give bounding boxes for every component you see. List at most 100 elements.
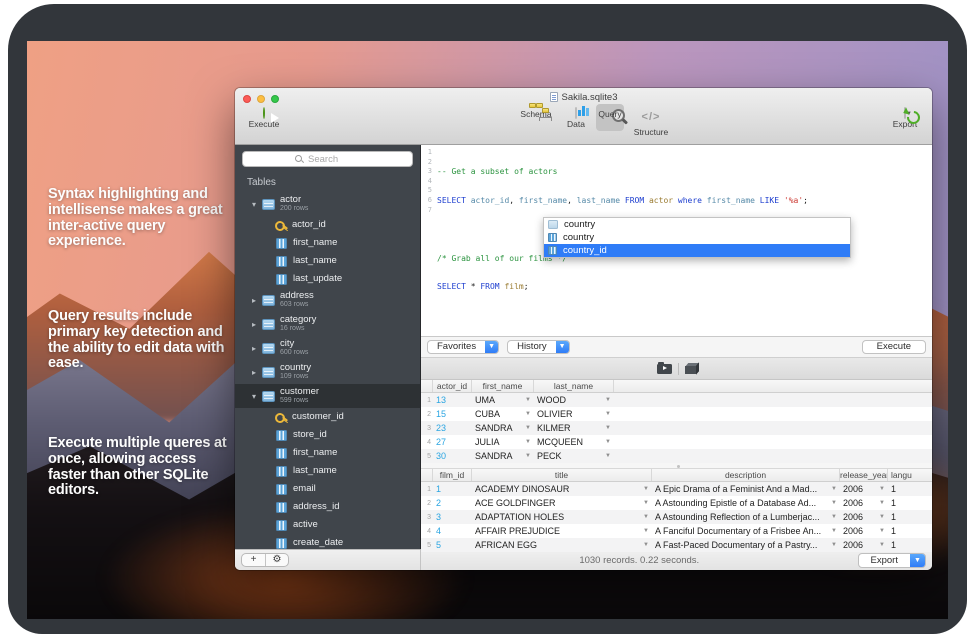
cell-dropdown-icon[interactable]: ▼ [643,514,652,520]
cell-dropdown-icon[interactable]: ▼ [831,514,840,520]
cell-dropdown-icon[interactable]: ▼ [831,542,840,548]
cell-dropdown-icon[interactable]: ▼ [525,397,534,403]
table-row[interactable]: 4 4 AFFAIR PREJUDICE▼ A Fanciful Documen… [421,524,932,538]
cell-dropdown-icon[interactable]: ▼ [605,425,614,431]
sidebar-item-customer-id[interactable]: customer_id [235,408,420,426]
cell-dropdown-icon[interactable]: ▼ [605,453,614,459]
cell-dropdown-icon[interactable]: ▼ [879,486,888,492]
cell-dropdown-icon[interactable]: ▼ [525,439,534,445]
schema-toolbar-button[interactable]: Schema [515,108,557,119]
sidebar-item-country[interactable]: ▸ country109 rows [235,360,420,384]
cell-dropdown-icon[interactable]: ▼ [643,486,652,492]
table-row[interactable]: 4 27 JULIA▼ MCQUEEN▼ [421,435,932,449]
cell: 2006▼ [840,512,888,522]
column-header-language[interactable]: langu [888,469,932,481]
cell-dropdown-icon[interactable]: ▼ [643,528,652,534]
sidebar-item-actor-id[interactable]: actor_id [235,216,420,234]
record-count-status: 1030 records. 0.22 seconds. [421,555,858,566]
sidebar-item-create-date[interactable]: create_date [235,534,420,549]
search-field[interactable] [242,151,413,167]
cell-dropdown-icon[interactable]: ▼ [643,500,652,506]
cell-dropdown-icon[interactable]: ▼ [605,397,614,403]
cell-dropdown-icon[interactable]: ▼ [831,528,840,534]
cell-pk: 23 [433,423,472,433]
export-results-button[interactable]: Export ▼ [858,553,926,568]
chevron-collapsed-icon[interactable]: ▸ [249,320,259,329]
column-header-actor-id[interactable]: actor_id [433,380,472,392]
table-row[interactable]: 5 5 AFRICAN EGG▼ A Fast-Paced Documentar… [421,538,932,552]
sidebar-item-last-update[interactable]: last_update [235,270,420,288]
table-row[interactable]: 3 3 ADAPTATION HOLES▼ A Astounding Refle… [421,510,932,524]
table-row[interactable]: 2 15 CUBA▼ OLIVIER▼ [421,407,932,421]
sidebar-item-address-id[interactable]: address_id [235,498,420,516]
cell-dropdown-icon[interactable]: ▼ [879,542,888,548]
run-folder-icon[interactable] [657,364,672,374]
history-dropdown[interactable]: History ▼ [507,340,570,354]
chevron-collapsed-icon[interactable]: ▸ [249,344,259,353]
horizontal-scrollbar[interactable] [421,463,932,469]
table-row[interactable]: 5 30 SANDRA▼ PECK▼ [421,449,932,463]
cell-dropdown-icon[interactable]: ▼ [879,514,888,520]
cell-dropdown-icon[interactable]: ▼ [525,411,534,417]
sidebar-item-first-name-2[interactable]: first_name [235,444,420,462]
column-header-title[interactable]: title [472,469,652,481]
sidebar-item-city[interactable]: ▸ city600 rows [235,336,420,360]
chevron-down-icon[interactable]: ▼ [556,341,569,353]
cell-dropdown-icon[interactable]: ▼ [525,425,534,431]
cell-dropdown-icon[interactable]: ▼ [525,453,534,459]
sidebar-item-address[interactable]: ▸ address603 rows [235,288,420,312]
cell-dropdown-icon[interactable]: ▼ [879,500,888,506]
cell-pk: 3 [433,512,472,522]
sql-editor[interactable]: 1 2 3 4 5 6 7 -- Get a subset of actors … [421,145,932,337]
sidebar-item-last-name-2[interactable]: last_name [235,462,420,480]
export-toolbar-button[interactable]: ▼ Export [886,108,924,129]
chevron-expanded-icon[interactable]: ▾ [249,200,259,209]
chevron-expanded-icon[interactable]: ▾ [249,392,259,401]
data-toolbar-button[interactable]: Data [561,108,591,129]
sidebar-item-category[interactable]: ▸ category16 rows [235,312,420,336]
execute-toolbar-button[interactable]: Execute [244,108,284,129]
execute-query-button[interactable]: Execute [862,340,926,354]
chevron-down-icon[interactable]: ▼ [910,554,925,567]
line-number: 1 [421,148,434,158]
add-button[interactable]: + [242,554,265,566]
column-icon [276,256,287,267]
column-header-last-name[interactable]: last_name [534,380,614,392]
sidebar-item-email[interactable]: email [235,480,420,498]
table-row[interactable]: 1 13 UMA▼ WOOD▼ [421,393,932,407]
sidebar-item-active[interactable]: active [235,516,420,534]
cell-dropdown-icon[interactable]: ▼ [831,500,840,506]
structure-toolbar-button[interactable]: </> Structure [629,108,673,137]
sidebar-item-first-name[interactable]: first_name [235,234,420,252]
table-row[interactable]: 2 2 ACE GOLDFINGER▼ A Astounding Epistle… [421,496,932,510]
autocomplete-item-country-column[interactable]: country [544,231,850,244]
column-header-release-year[interactable]: release_year [840,469,888,481]
chevron-collapsed-icon[interactable]: ▸ [249,296,259,305]
query-toolbar-button-selected[interactable]: Query [593,108,627,119]
search-input[interactable] [308,154,360,165]
main-pane: 1 2 3 4 5 6 7 -- Get a subset of actors … [421,145,932,549]
cell-dropdown-icon[interactable]: ▼ [831,486,840,492]
favorites-dropdown[interactable]: Favorites ▼ [427,340,499,354]
database-box-icon[interactable] [685,366,696,374]
autocomplete-item-country-id-selected[interactable]: country_id [544,244,850,257]
sidebar-item-store-id[interactable]: store_id [235,426,420,444]
table-row[interactable]: 3 23 SANDRA▼ KILMER▼ [421,421,932,435]
autocomplete-item-country-table[interactable]: country [544,218,850,231]
gear-button[interactable]: ⚙ [265,554,288,566]
cell-dropdown-icon[interactable]: ▼ [643,542,652,548]
sidebar-item-customer-selected[interactable]: ▾ customer599 rows [235,384,420,408]
title-bar: Sakila.sqlite3 Execute Schema Data [235,88,932,145]
table-row[interactable]: 1 1 ACADEMY DINOSAUR▼ A Epic Drama of a … [421,482,932,496]
sidebar-item-actor[interactable]: ▾ actor200 rows [235,192,420,216]
column-header-description[interactable]: description [652,469,840,481]
cell-dropdown-icon[interactable]: ▼ [605,439,614,445]
cell-dropdown-icon[interactable]: ▼ [879,528,888,534]
sidebar-item-last-name[interactable]: last_name [235,252,420,270]
chevron-down-icon[interactable]: ▼ [485,341,498,353]
chevron-collapsed-icon[interactable]: ▸ [249,368,259,377]
cell-dropdown-icon[interactable]: ▼ [605,411,614,417]
column-icon [276,448,287,459]
column-header-first-name[interactable]: first_name [472,380,534,392]
column-header-film-id[interactable]: film_id [433,469,472,481]
